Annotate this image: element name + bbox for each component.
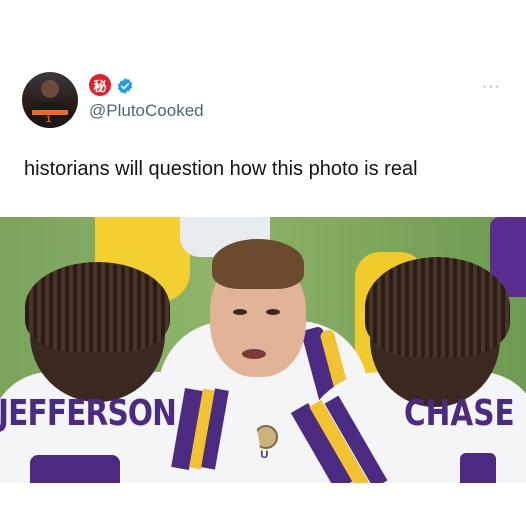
tweet-card: 1 秘 @PlutoCooked ··· historians will que… [0, 0, 526, 526]
right-jersey-number [460, 453, 496, 483]
center-player-mouth [242, 349, 266, 359]
center-player-hair [212, 239, 304, 289]
right-jersey-name: CHASE [404, 393, 515, 434]
verified-badge-icon [117, 78, 133, 94]
tweet-photo[interactable]: SU JEFFERSON CHASE [0, 217, 526, 483]
left-jersey-number [30, 455, 120, 483]
left-player-hair [25, 262, 170, 352]
more-options-icon[interactable]: ··· [482, 78, 501, 96]
tweet-text: historians will question how this photo … [24, 158, 418, 180]
avatar[interactable]: 1 [22, 72, 78, 128]
secret-badge-icon: 秘 [89, 74, 111, 96]
center-player-eye-right [266, 309, 280, 315]
user-handle[interactable]: @PlutoCooked [89, 101, 204, 121]
avatar-jersey-number: 1 [46, 114, 52, 124]
left-jersey-name: JEFFERSON [0, 393, 177, 434]
right-player-hair [365, 257, 510, 357]
center-player-eye-left [233, 309, 247, 315]
